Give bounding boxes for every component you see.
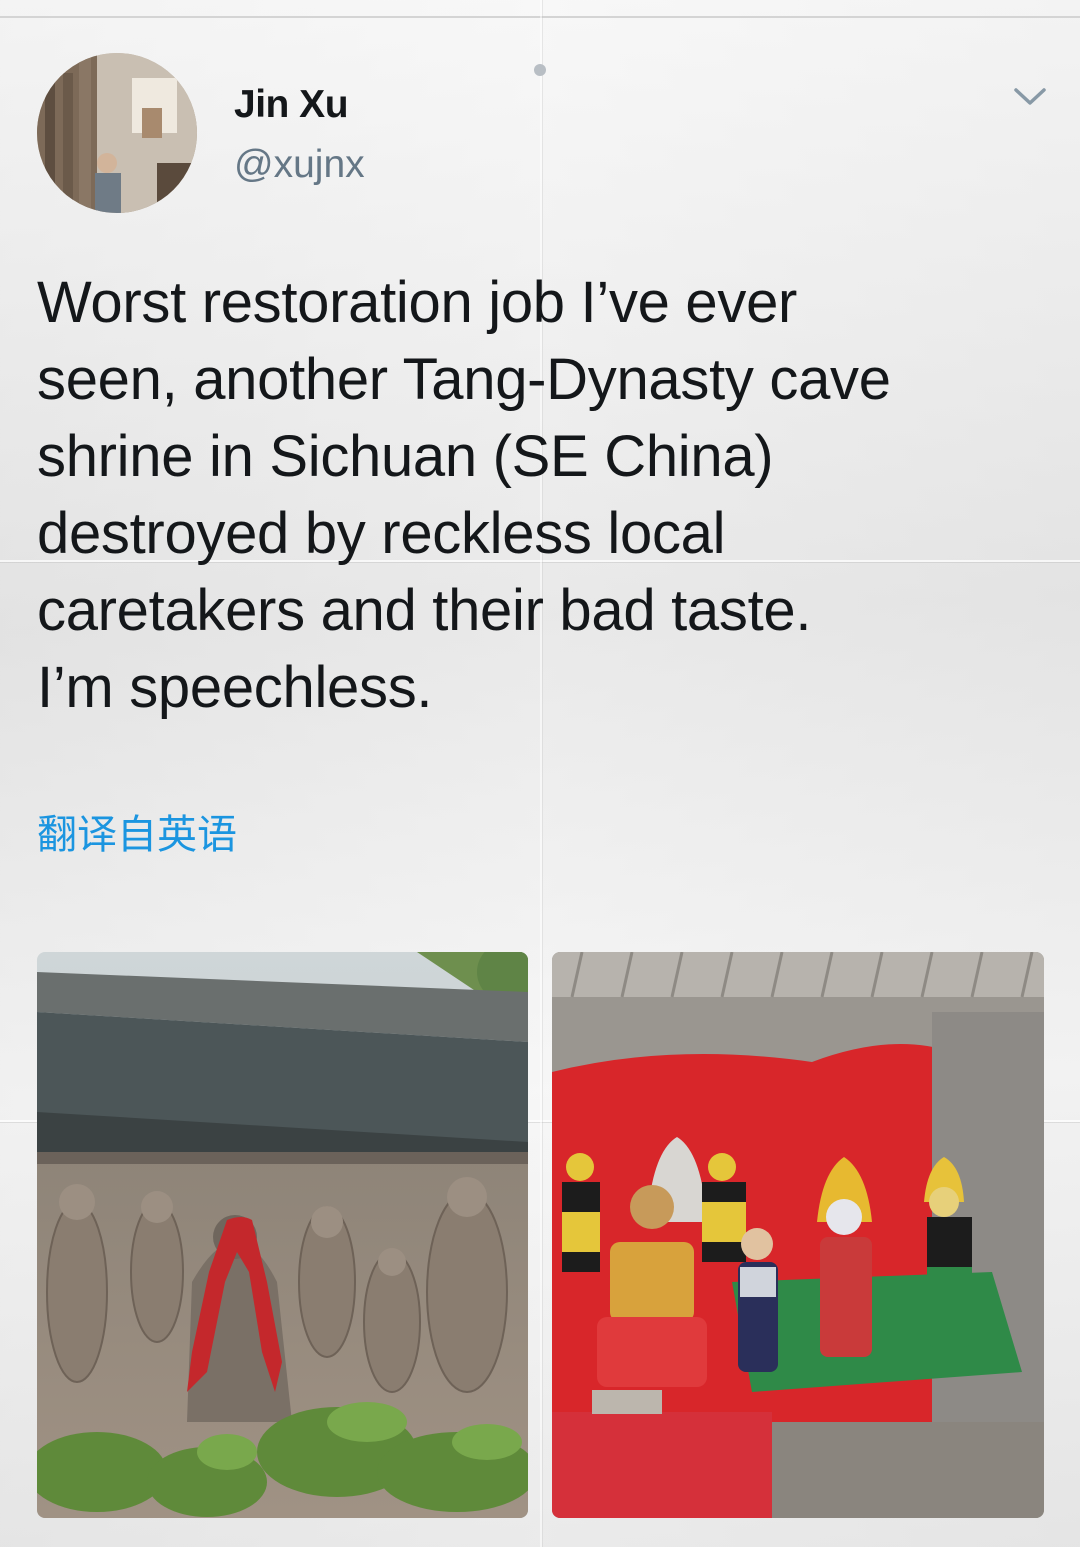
- user-handle[interactable]: @xujnx: [234, 143, 365, 187]
- avatar[interactable]: [37, 53, 197, 213]
- tweet-text: Worst restoration job I’ve ever seen, an…: [37, 270, 891, 720]
- photo-before-restoration[interactable]: [37, 952, 528, 1518]
- paper-crease: [540, 0, 542, 1547]
- chevron-down-icon[interactable]: [1010, 80, 1050, 114]
- display-name[interactable]: Jin Xu: [234, 83, 349, 127]
- translate-link[interactable]: 翻译自英语: [37, 802, 237, 860]
- photo-after-restoration[interactable]: [552, 952, 1044, 1518]
- avatar-image: [37, 53, 197, 213]
- indicator-dot: [534, 64, 546, 76]
